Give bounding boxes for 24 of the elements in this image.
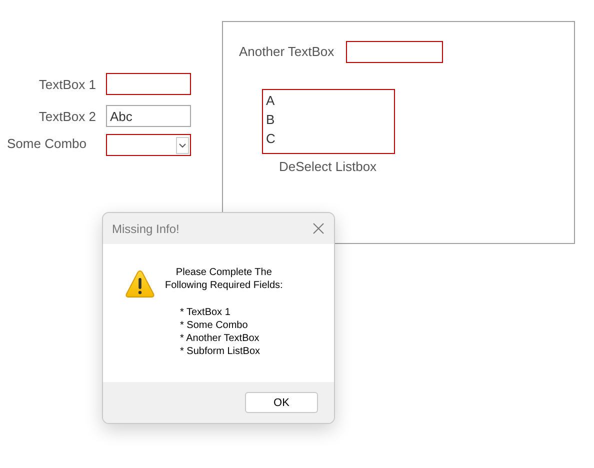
required-field-item: * Some Combo: [180, 319, 249, 332]
combo-box[interactable]: [106, 134, 191, 156]
close-icon[interactable]: [313, 223, 324, 234]
chevron-down-icon[interactable]: [176, 136, 189, 154]
message-text: Please Complete The: [176, 266, 272, 279]
list-item[interactable]: C: [266, 129, 391, 148]
required-field-item: * Subform ListBox: [180, 345, 262, 358]
text-field[interactable]: [346, 41, 444, 63]
list-box[interactable]: A B C: [262, 89, 395, 154]
field-label: Some Combo: [6, 136, 88, 152]
text-field[interactable]: [106, 73, 191, 95]
list-item[interactable]: A: [266, 91, 391, 110]
message-text: Following Required Fields:: [165, 279, 283, 292]
field-label: TextBox 2: [38, 108, 97, 124]
warning-icon: [125, 269, 155, 299]
text-field[interactable]: Abc: [106, 105, 191, 127]
required-field-item: * Another TextBox: [180, 332, 260, 345]
list-item[interactable]: B: [266, 110, 391, 129]
deselect-button[interactable]: DeSelect Listbox: [279, 159, 377, 174]
dialog-title: Missing Info!: [112, 222, 180, 236]
field-label: TextBox 1: [38, 76, 97, 92]
required-field-item: * TextBox 1: [180, 306, 232, 319]
field-label: Another TextBox: [239, 44, 334, 60]
ok-button[interactable]: OK: [245, 392, 318, 413]
